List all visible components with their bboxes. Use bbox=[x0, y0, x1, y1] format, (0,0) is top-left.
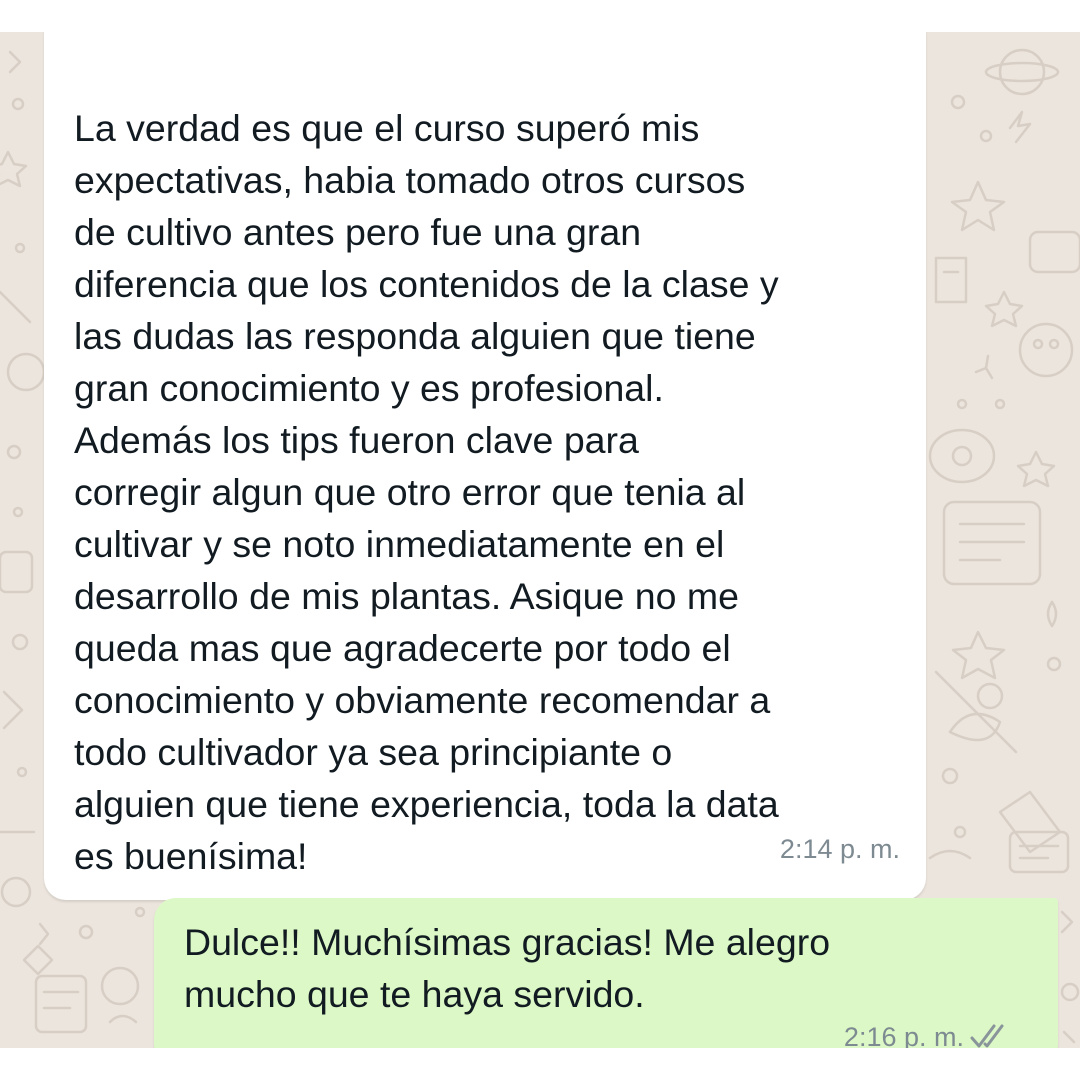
chat-area[interactable]: La verdad es que el curso superó mis exp… bbox=[0, 32, 1080, 1048]
outgoing-message-bubble[interactable]: Dulce!! Muchísimas gracias! Me alegro mu… bbox=[154, 898, 1058, 1048]
outgoing-message-time: 2:16 p. m. bbox=[843, 1022, 964, 1048]
incoming-message-time: 2:14 p. m. bbox=[779, 834, 900, 864]
double-check-icon bbox=[970, 1024, 1004, 1048]
incoming-message-text: La verdad es que el curso superó mis exp… bbox=[74, 107, 779, 877]
incoming-message-bubble[interactable]: La verdad es que el curso superó mis exp… bbox=[44, 32, 926, 900]
outgoing-message-text: Dulce!! Muchísimas gracias! Me alegro mu… bbox=[184, 921, 831, 1015]
